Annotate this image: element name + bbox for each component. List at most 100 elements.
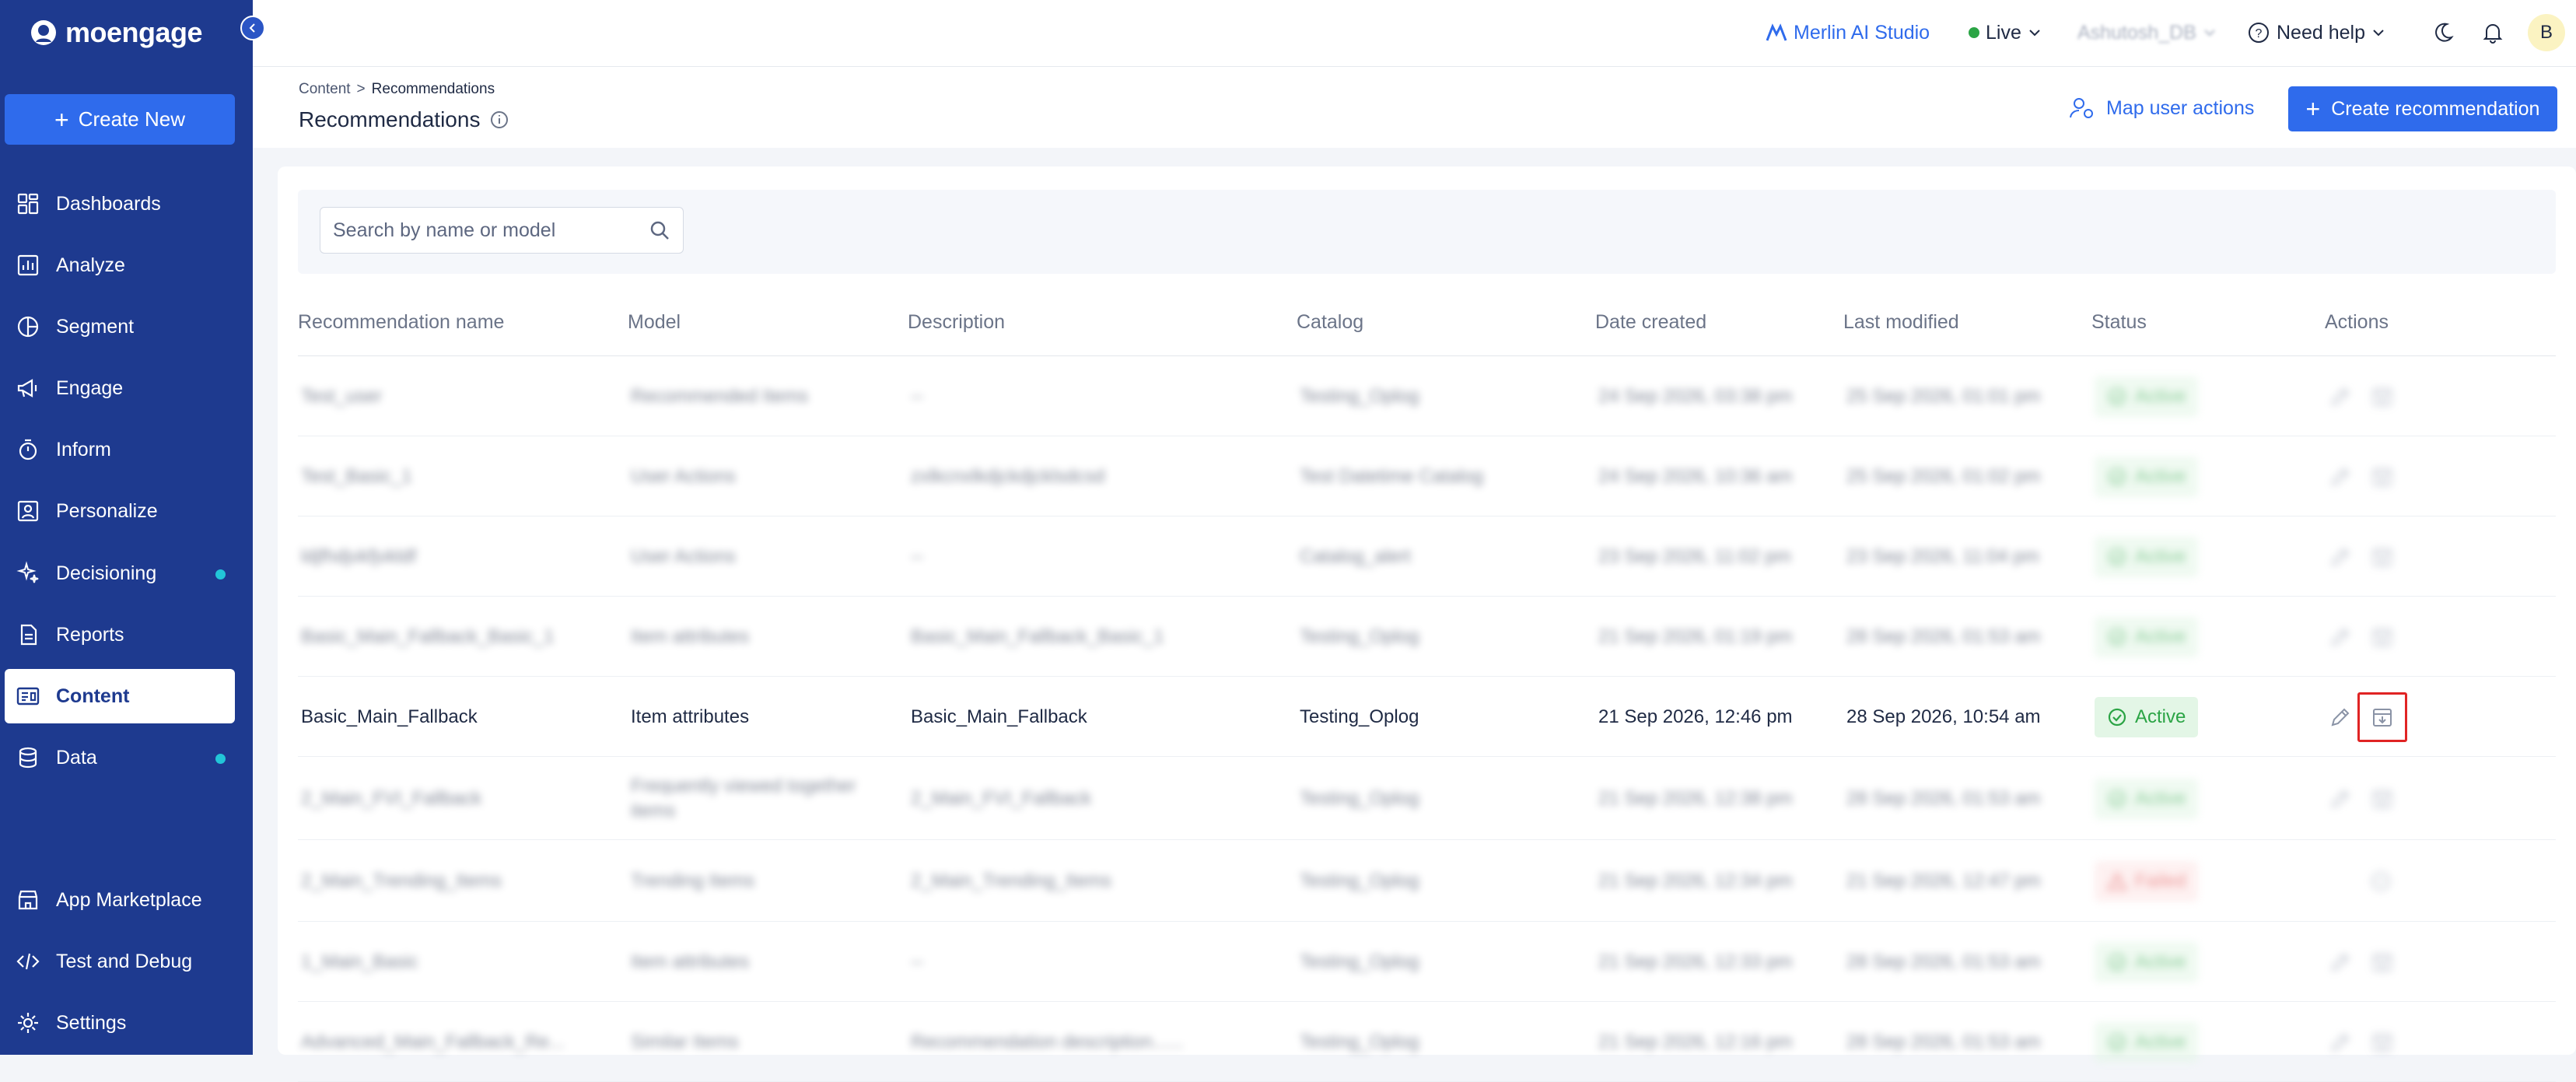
personalize-icon: [17, 500, 39, 522]
help-icon: ?: [2249, 23, 2269, 43]
avatar[interactable]: B: [2528, 14, 2565, 51]
status-label: Active: [2135, 545, 2186, 567]
cell-catalog: Testing_Oplog: [1300, 787, 1419, 809]
cell-name[interactable]: 1_Main_Basic: [301, 950, 418, 975]
workspace-dropdown[interactable]: Ashutosh_DB: [2077, 19, 2217, 47]
check-circle-icon: [2108, 708, 2126, 726]
create-new-button[interactable]: + Create New: [5, 94, 235, 145]
cell-model: User Actions: [631, 465, 736, 487]
sidebar-item-label: Engage: [56, 376, 124, 399]
column-header-recommendation-name: Recommendation name: [298, 311, 505, 333]
archive-icon[interactable]: [2370, 1030, 2395, 1055]
table-row[interactable]: 2_Main_Trending_Items Trending Items 2_Mai…: [298, 840, 2556, 922]
data-icon: [19, 747, 37, 769]
table-row[interactable]: Basic_Main_Fallback_Basic_1 Item attribut…: [298, 597, 2556, 677]
sidebar-item-segment[interactable]: Segment: [5, 299, 235, 354]
table-row[interactable]: 1_Main_Basic Item attributes -- Testing_Opl…: [298, 922, 2556, 1002]
sidebar-item-engage[interactable]: Engage: [5, 361, 235, 415]
cell-modified: 28 Sep 2026, 01:53 am: [1846, 625, 2041, 647]
cell-name[interactable]: ldjfhdjvkfjvkldf: [301, 545, 416, 569]
edit-icon[interactable]: [2328, 950, 2353, 975]
cell-name[interactable]: Test_user: [301, 384, 382, 409]
sidebar-item-settings[interactable]: Settings: [5, 996, 235, 1050]
edit-icon[interactable]: [2328, 1030, 2353, 1055]
edit-icon[interactable]: [2328, 545, 2353, 569]
archive-icon[interactable]: [2370, 464, 2395, 489]
environment-dropdown[interactable]: Live: [1969, 19, 2042, 47]
sidebar-item-personalize[interactable]: Personalize: [5, 484, 235, 538]
cell-name[interactable]: 2_Main_Trending_Items: [301, 869, 502, 894]
sidebar-item-app-marketplace[interactable]: App Marketplace: [5, 873, 235, 927]
table-row[interactable]: Test_user Recommended Items -- Testing_Oplo…: [298, 356, 2556, 436]
moon-icon: [2435, 23, 2454, 42]
archive-icon[interactable]: [2370, 545, 2395, 569]
cell-name[interactable]: Advanced_Main_Fallback_Re...: [301, 1030, 565, 1055]
cell-name[interactable]: Test_Basic_1: [301, 464, 412, 489]
sidebar-item-label: App Marketplace: [56, 888, 202, 911]
table-row[interactable]: Basic_Main_Fallback Item attributes Basic_…: [298, 677, 2556, 757]
map-user-actions-button[interactable]: Map user actions: [2069, 90, 2254, 126]
sidebar-item-dashboards[interactable]: Dashboards: [5, 177, 235, 231]
search-input[interactable]: [333, 219, 628, 242]
cell-modified: 28 Sep 2026, 01:53 am: [1846, 1031, 2041, 1052]
table-row[interactable]: 2_Main_FVI_Fallback Frequently viewed tog…: [298, 757, 2556, 840]
search-box[interactable]: [320, 207, 684, 254]
edit-icon[interactable]: [2328, 464, 2353, 489]
cell-catalog: Testing_Oplog: [1300, 1031, 1419, 1052]
edit-icon[interactable]: [2328, 625, 2353, 650]
archive-icon[interactable]: [2370, 384, 2395, 409]
info-icon[interactable]: [489, 110, 509, 130]
search-icon[interactable]: [649, 219, 670, 241]
table-row[interactable]: Advanced_Main_Fallback_Re... Similar Item…: [298, 1002, 2556, 1082]
sidebar-item-test-and-debug[interactable]: Test and Debug: [5, 934, 235, 989]
chevron-down-icon: [2204, 30, 2215, 37]
need-help-dropdown[interactable]: ? Need help: [2247, 19, 2385, 47]
row-actions: [2328, 625, 2395, 650]
theme-toggle[interactable]: [2431, 19, 2455, 47]
breadcrumb-content-link[interactable]: Content: [299, 81, 351, 98]
archive-button-highlight[interactable]: [2357, 692, 2407, 742]
sidebar-item-data[interactable]: Data: [5, 730, 235, 785]
cell-modified: 28 Sep 2026, 10:54 am: [1846, 706, 2041, 727]
column-header-last-modified: Last modified: [1843, 311, 1959, 333]
cell-model: Item attributes: [631, 706, 750, 727]
new-indicator-dot: [215, 569, 226, 580]
merlin-ai-studio-link[interactable]: Merlin AI Studio: [1766, 19, 1930, 47]
archive-icon[interactable]: [2370, 786, 2395, 811]
edit-icon[interactable]: [2328, 705, 2353, 730]
cell-modified: 23 Sep 2026, 11:04 pm: [1846, 545, 2039, 567]
gear-icon: [18, 1013, 38, 1033]
archive-icon[interactable]: [2370, 950, 2395, 975]
edit-icon[interactable]: [2328, 384, 2353, 409]
table-row[interactable]: ldjfhdjvkfjvkldf User Actions -- Catalog_al…: [298, 516, 2556, 597]
status-label: Active: [2135, 787, 2186, 809]
sidebar-item-analyze[interactable]: Analyze: [5, 238, 235, 292]
cell-name[interactable]: Basic_Main_Fallback_Basic_1: [301, 625, 555, 650]
cell-created: 21 Sep 2026, 12:16 pm: [1598, 1031, 1793, 1052]
retry-icon[interactable]: [2368, 869, 2393, 894]
edit-icon[interactable]: [2328, 786, 2353, 811]
sidebar-item-inform[interactable]: Inform: [5, 422, 235, 477]
create-recommendation-button[interactable]: + Create recommendation: [2288, 86, 2557, 131]
cell-catalog: Testing_Oplog: [1300, 951, 1419, 972]
content-icon: [16, 687, 40, 706]
notifications-button[interactable]: [2481, 19, 2504, 47]
sidebar-item-content[interactable]: Content: [5, 669, 235, 723]
bell-icon: [2483, 24, 2503, 44]
collapse-sidebar-button[interactable]: [240, 16, 265, 40]
breadcrumb: Content > Recommendations: [299, 81, 495, 98]
brand-logo[interactable]: moengage: [30, 16, 203, 50]
cell-modified: 25 Sep 2026, 01:02 pm: [1846, 465, 2041, 487]
column-header-catalog: Catalog: [1297, 311, 1364, 333]
cell-description: --: [911, 951, 923, 972]
cell-created: 21 Sep 2026, 12:34 pm: [1598, 870, 1793, 891]
archive-icon[interactable]: [2370, 625, 2395, 650]
sidebar-item-decisioning[interactable]: Decisioning: [5, 546, 235, 601]
table-row[interactable]: Test_Basic_1 User Actions zxlkcnxlkdjckdjc…: [298, 436, 2556, 516]
cell-model: User Actions: [631, 545, 736, 567]
warning-icon: [2107, 871, 2127, 890]
check-circle-icon: [2108, 628, 2126, 646]
cell-name[interactable]: Basic_Main_Fallback: [301, 705, 478, 730]
cell-name[interactable]: 2_Main_FVI_Fallback: [301, 786, 481, 811]
sidebar-item-reports[interactable]: Reports: [5, 608, 235, 662]
